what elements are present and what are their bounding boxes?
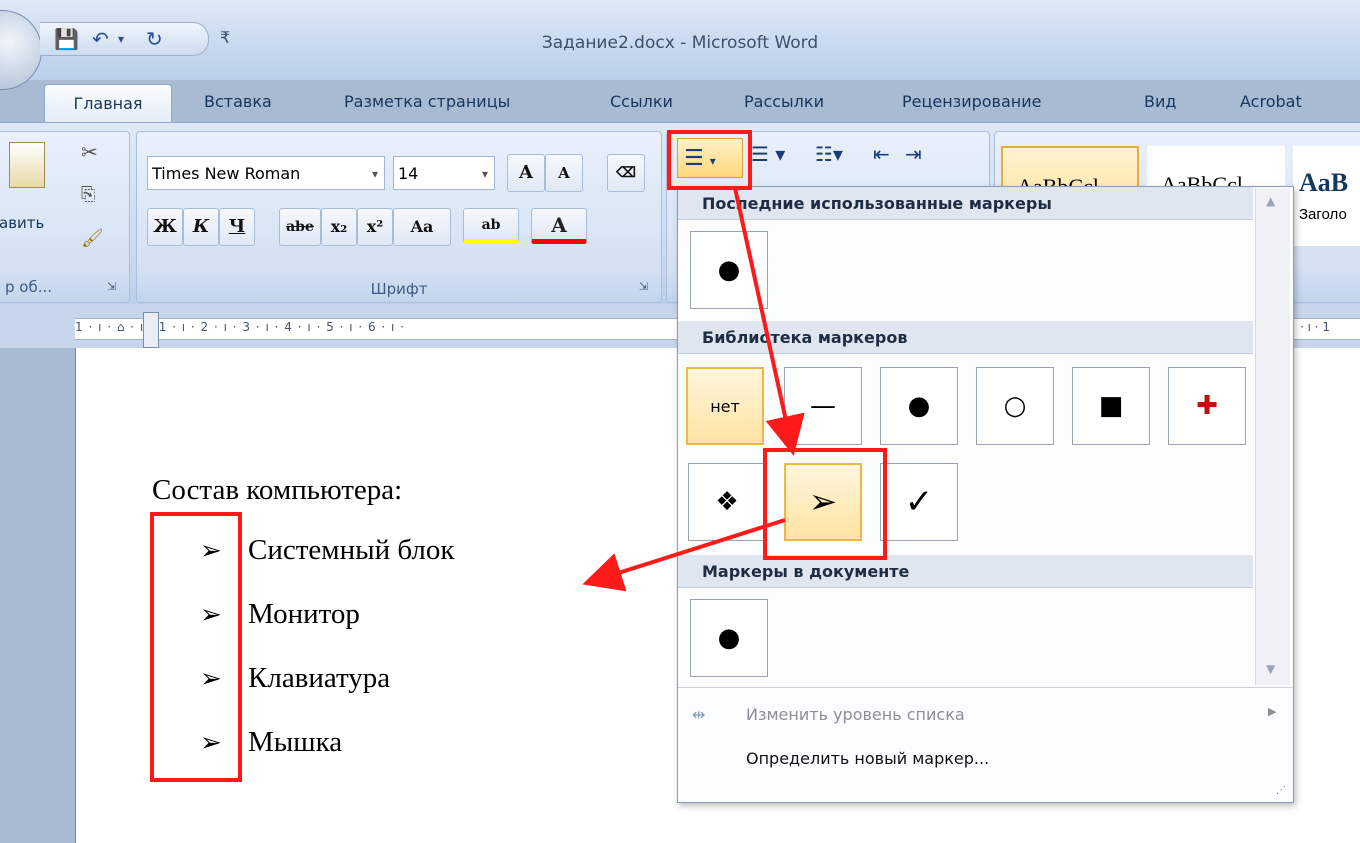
arrow-to-marker (733, 187, 805, 456)
annotation-arrows (582, 187, 805, 592)
arrow-to-document (582, 518, 786, 592)
